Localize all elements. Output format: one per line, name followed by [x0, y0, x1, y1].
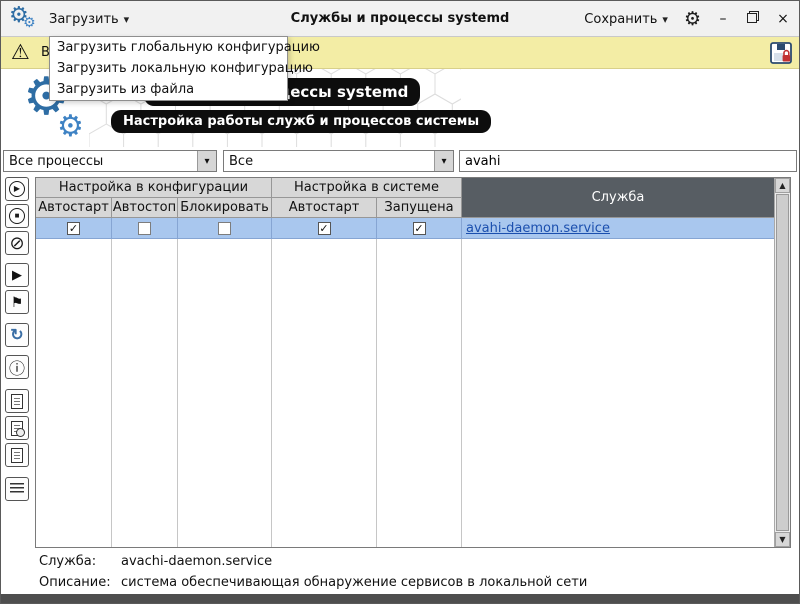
group-header-config: Настройка в конфигурации	[36, 178, 272, 198]
checkbox-system-running[interactable]: ✓	[413, 222, 426, 235]
journal-icon	[11, 421, 23, 436]
report-button[interactable]	[5, 443, 29, 467]
description-value: система обеспечивающая обнаружение серви…	[121, 575, 587, 590]
service-link[interactable]: avahi-daemon.service	[466, 221, 610, 236]
column-header-system-running: Запущена	[377, 198, 462, 218]
search-input[interactable]	[459, 150, 797, 172]
log-file-icon	[11, 394, 23, 409]
flag-icon: ⚑	[11, 294, 24, 311]
app-window: ⚙ ⚙ Загрузить ▾ Службы и процессы system…	[0, 0, 800, 604]
scroll-up-button[interactable]: ▲	[775, 178, 790, 193]
restore-icon	[747, 11, 759, 23]
scroll-down-button[interactable]: ▼	[775, 532, 790, 547]
caret-down-icon: ▾	[124, 13, 130, 26]
table-empty-area	[36, 239, 774, 547]
column-header-config-block: Блокировать	[178, 198, 272, 218]
menu-item-load-global-config[interactable]: Загрузить глобальную конфигурацию	[50, 37, 287, 58]
info-button[interactable]: ⓘ	[5, 355, 29, 379]
hero-subtitle: Настройка работы служб и процессов систе…	[111, 110, 491, 133]
titlebar-right-cluster: Сохранить ▾ ⚙ – ×	[582, 1, 791, 37]
block-circle-icon: ⊘	[9, 234, 24, 252]
report-icon	[11, 448, 23, 463]
maximize-button[interactable]	[745, 11, 761, 27]
group-header-system: Настройка в системе	[272, 178, 462, 198]
gear-icon: ⚙	[57, 109, 84, 144]
table-header: Настройка в конфигурации Настройка в сис…	[36, 178, 774, 218]
log-button[interactable]	[5, 389, 29, 413]
service-value: avachi-daemon.service	[121, 554, 272, 569]
run-button[interactable]: ▶	[5, 263, 29, 287]
scope-filter-select[interactable]: Все ▾	[223, 150, 454, 172]
scroll-thumb[interactable]	[776, 194, 789, 531]
window-bottom-edge	[1, 594, 799, 603]
menu-item-load-from-file[interactable]: Загрузить из файла	[50, 79, 287, 100]
details-panel: Служба: avachi-daemon.service Описание: …	[39, 554, 587, 596]
refresh-button[interactable]: ↻	[5, 323, 29, 347]
filters-bar: Все процессы ▾ Все ▾	[1, 147, 799, 175]
checkbox-config-block[interactable]	[218, 222, 231, 235]
load-menu-button[interactable]: Загрузить ▾	[41, 1, 137, 37]
load-menu-label: Загрузить	[49, 12, 119, 27]
scope-filter-value: Все	[224, 154, 434, 169]
refresh-icon: ↻	[10, 325, 23, 345]
start-circle-icon: ▶	[9, 181, 25, 197]
stop-service-button[interactable]: ■	[5, 204, 29, 228]
dropdown-arrow-icon: ▾	[434, 151, 453, 171]
gear-icon: ⚙	[23, 15, 36, 31]
column-header-config-autostart: Автостарт	[36, 198, 112, 218]
start-service-button[interactable]: ▶	[5, 177, 29, 201]
services-table: Настройка в конфигурации Настройка в сис…	[35, 177, 791, 548]
left-toolbar: ▶ ■ ⊘ ▶ ⚑ ↻ ⓘ	[5, 177, 31, 501]
checkbox-system-autostart[interactable]: ✓	[318, 222, 331, 235]
warning-icon: ⚠	[11, 40, 30, 64]
settings-gear-icon[interactable]: ⚙	[684, 10, 701, 29]
checkbox-config-autostop[interactable]	[138, 222, 151, 235]
menu-item-load-local-config[interactable]: Загрузить локальную конфигурацию	[50, 58, 287, 79]
column-header-service: Служба	[462, 178, 774, 218]
column-header-system-autostart: Автостарт	[272, 198, 377, 218]
app-logo-gears-icon: ⚙ ⚙	[9, 5, 41, 35]
caret-down-icon: ▾	[662, 13, 668, 26]
save-menu-button[interactable]: Сохранить ▾	[582, 1, 670, 37]
table-row[interactable]: ✓ ✓ ✓ avahi-daemon.service	[36, 218, 774, 239]
description-label: Описание:	[39, 575, 121, 590]
vertical-scrollbar[interactable]: ▲ ▼	[774, 178, 790, 547]
process-filter-select[interactable]: Все процессы ▾	[3, 150, 217, 172]
list-icon	[10, 483, 24, 495]
save-menu-label: Сохранить	[584, 12, 657, 27]
info-icon: ⓘ	[9, 355, 25, 379]
play-icon: ▶	[12, 267, 22, 283]
save-locked-icon[interactable]	[769, 41, 793, 65]
flag-button[interactable]: ⚑	[5, 290, 29, 314]
block-service-button[interactable]: ⊘	[5, 231, 29, 255]
titlebar: ⚙ ⚙ Загрузить ▾ Службы и процессы system…	[1, 1, 799, 37]
load-menu-popup: Загрузить глобальную конфигурацию Загруз…	[49, 36, 288, 101]
service-label: Служба:	[39, 554, 121, 569]
process-filter-value: Все процессы	[4, 154, 197, 169]
close-button[interactable]: ×	[775, 11, 791, 27]
column-header-config-autostop: Автостоп	[112, 198, 178, 218]
dropdown-arrow-icon: ▾	[197, 151, 216, 171]
list-button[interactable]	[5, 477, 29, 501]
journal-button[interactable]	[5, 416, 29, 440]
checkbox-config-autostart[interactable]: ✓	[67, 222, 80, 235]
minimize-button[interactable]: –	[715, 11, 731, 27]
stop-circle-icon: ■	[9, 208, 25, 224]
